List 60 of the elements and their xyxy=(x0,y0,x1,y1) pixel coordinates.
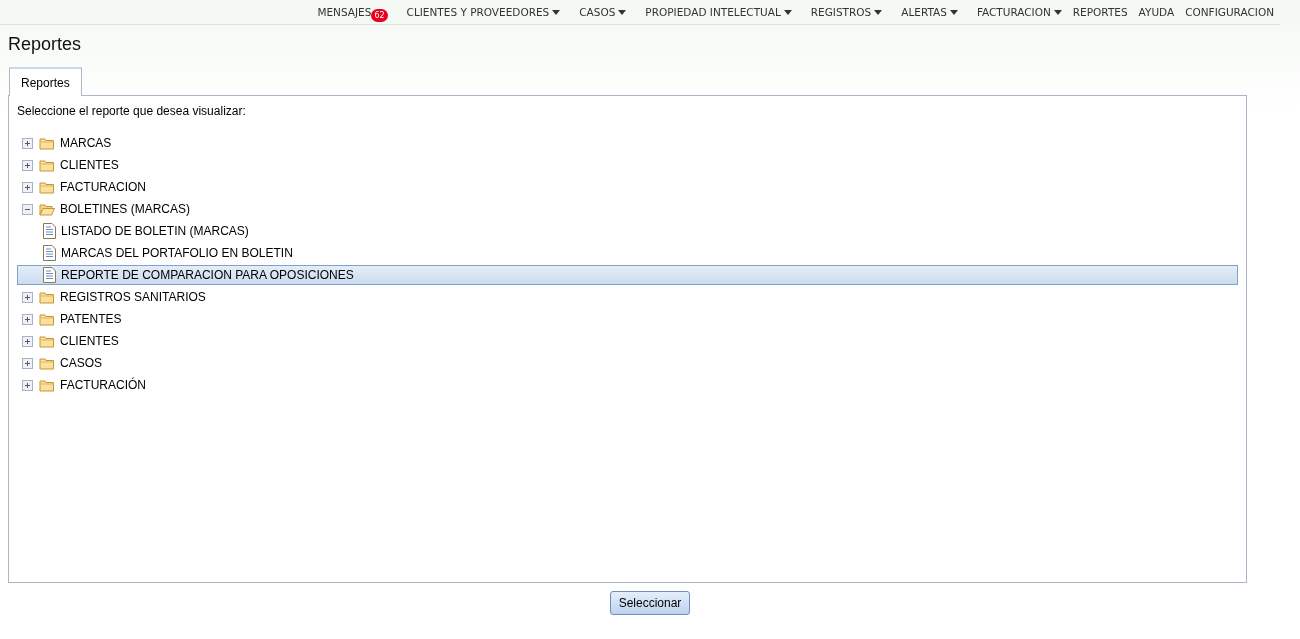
folder-name[interactable]: FACTURACIÓN xyxy=(60,378,146,392)
nav-menu-item[interactable]: FACTURACION xyxy=(976,6,1062,18)
folder-icon xyxy=(39,136,55,150)
select-button[interactable]: Seleccionar xyxy=(609,591,691,615)
tree-row[interactable]: LISTADO DE BOLETIN (MARCAS) xyxy=(17,221,1238,241)
folder-name[interactable]: PATENTES xyxy=(60,312,122,326)
tree-row[interactable]: REPORTE DE COMPARACION PARA OPOSICIONES xyxy=(17,265,1238,285)
nav-menu-item[interactable]: AYUDA xyxy=(1138,6,1175,18)
report-name[interactable]: MARCAS DEL PORTAFOLIO EN BOLETIN xyxy=(61,246,293,260)
nav-menu-item[interactable]: REGISTROS xyxy=(810,6,883,18)
tree-row[interactable]: CASOS xyxy=(17,353,1238,373)
folder-icon xyxy=(39,290,55,304)
expand-icon[interactable] xyxy=(22,335,33,347)
folder-icon xyxy=(39,334,55,348)
tree-row[interactable]: PATENTES xyxy=(17,309,1238,329)
document-icon xyxy=(43,223,56,239)
nav-menu-item[interactable]: REPORTES xyxy=(1072,6,1128,18)
instruction-text: Seleccione el reporte que desea visualizar: xyxy=(17,104,247,118)
nav-menu-item[interactable]: CASOS xyxy=(579,6,627,18)
collapse-icon[interactable] xyxy=(22,203,33,215)
nav-menu-item[interactable]: CLIENTES Y PROVEEDORES xyxy=(406,6,561,18)
expand-icon[interactable] xyxy=(22,291,33,303)
report-name[interactable]: LISTADO DE BOLETIN (MARCAS) xyxy=(61,224,249,238)
folder-name[interactable]: BOLETINES (MARCAS) xyxy=(60,202,191,216)
tree-row[interactable]: REGISTROS SANITARIOS xyxy=(17,287,1238,307)
folder-name[interactable]: MARCAS xyxy=(60,136,112,150)
page-title: Reportes xyxy=(8,34,83,56)
tree-row[interactable]: FACTURACION xyxy=(17,177,1238,197)
expand-icon[interactable] xyxy=(22,379,33,391)
expand-icon[interactable] xyxy=(22,313,33,325)
expand-icon[interactable] xyxy=(22,181,33,193)
nav-menu-item[interactable]: ALERTAS xyxy=(901,6,958,18)
tab[interactable]: Reportes xyxy=(9,67,82,96)
document-icon xyxy=(43,245,56,261)
folder-icon xyxy=(39,180,55,194)
nav-menu-item[interactable]: PROPIEDAD INTELECTUAL xyxy=(645,6,792,18)
tree-row[interactable]: MARCAS DEL PORTAFOLIO EN BOLETIN xyxy=(17,243,1238,263)
folder-name[interactable]: REGISTROS SANITARIOS xyxy=(60,290,206,304)
folder-icon xyxy=(39,312,55,326)
folder-icon xyxy=(39,158,55,172)
folder-name[interactable]: FACTURACION xyxy=(60,180,146,194)
tree-row[interactable]: BOLETINES (MARCAS) xyxy=(17,199,1238,219)
expand-icon[interactable] xyxy=(22,159,33,171)
folder-icon xyxy=(39,202,55,216)
nav-menu-item[interactable]: MENSAJES 62 xyxy=(317,2,388,22)
folder-name[interactable]: CLIENTES xyxy=(60,334,119,348)
nav-menu-item[interactable]: CONFIGURACION xyxy=(1185,6,1274,18)
expand-icon[interactable] xyxy=(22,357,33,369)
report-name[interactable]: REPORTE DE COMPARACION PARA OPOSICIONES xyxy=(61,268,354,282)
folder-name[interactable]: CASOS xyxy=(60,356,102,370)
folder-icon xyxy=(39,356,55,370)
tree-row[interactable]: CLIENTES xyxy=(17,331,1238,351)
tree-row[interactable]: CLIENTES xyxy=(17,155,1238,175)
document-icon xyxy=(43,267,56,283)
unread-count-badge: 62 xyxy=(371,8,388,22)
folder-name[interactable]: CLIENTES xyxy=(60,158,119,172)
tree-row[interactable]: MARCAS xyxy=(17,133,1238,153)
folder-icon xyxy=(39,378,55,392)
expand-icon[interactable] xyxy=(22,137,33,149)
tree-row[interactable]: FACTURACIÓN xyxy=(17,375,1238,395)
